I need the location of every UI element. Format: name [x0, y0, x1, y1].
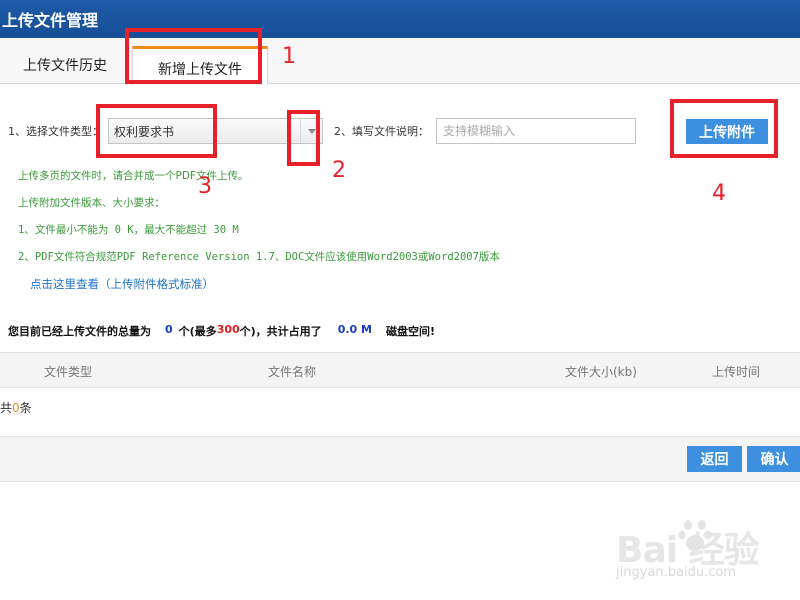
action-bar: 返回 确认	[0, 436, 800, 482]
summary-mid2: 个)，共计占用了	[239, 325, 322, 338]
summary-mid1: 个(最多	[178, 325, 217, 338]
window-title: 上传文件管理	[2, 11, 99, 30]
file-table-header: 文件类型 文件名称 文件大小(kb) 上传时间	[0, 352, 800, 388]
record-count-prefix: 共	[0, 401, 13, 415]
record-count: 共0条	[0, 399, 32, 416]
paw-icon	[678, 520, 712, 551]
tab-upload-history[interactable]: 上传文件历史	[0, 46, 130, 84]
format-standard-link[interactable]: 点击这里查看（上传附件格式标准）	[30, 276, 214, 292]
annotation-number-3: 3	[198, 174, 212, 199]
back-button[interactable]: 返回	[687, 446, 742, 472]
tab-bar: 上传文件历史 新增上传文件	[0, 38, 800, 85]
file-type-label: 1、选择文件类型：	[8, 125, 103, 138]
baidu-jingyan-watermark: Bai 经验 jingyan.baidu.com	[612, 515, 762, 585]
annotation-box-1	[125, 28, 262, 84]
annotation-box-2	[287, 110, 320, 166]
column-upload-time: 上传时间	[712, 365, 761, 379]
file-desc-input[interactable]	[436, 118, 636, 144]
column-file-size: 文件大小(kb)	[565, 365, 637, 379]
summary-size: 0.0 M	[337, 323, 372, 336]
upload-summary: 您目前已经上传文件的总量为 0 个(最多 300 个)，共计占用了 0.0 M …	[8, 323, 435, 339]
record-count-suffix: 条	[19, 401, 32, 415]
annotation-box-3	[96, 104, 217, 158]
column-file-name: 文件名称	[268, 365, 317, 379]
summary-suffix: 磁盘空间!	[385, 325, 435, 338]
note-format-spec: 2、PDF文件符合规范PDF Reference Version 1.7、DOC…	[18, 251, 500, 263]
summary-count: 0	[165, 323, 173, 336]
title-bar: 上传文件管理	[0, 0, 800, 38]
record-count-value: 0	[12, 401, 20, 415]
note-merge-pdf: 上传多页的文件时，请合并成一个PDF文件上传。	[18, 170, 249, 182]
note-size-limit: 1、文件最小不能为 0 K，最大不能超过 30 M	[18, 224, 239, 236]
note-requirements-heading: 上传附加文件版本、大小要求：	[18, 197, 165, 209]
summary-prefix: 您目前已经上传文件的总量为	[8, 325, 151, 338]
summary-max: 300	[216, 323, 240, 336]
file-desc-label: 2、填写文件说明：	[334, 125, 429, 138]
annotation-box-4	[670, 99, 778, 158]
watermark-site: jingyan.baidu.com	[616, 565, 736, 580]
annotation-number-1: 1	[282, 44, 296, 69]
annotation-number-4: 4	[712, 181, 726, 206]
annotation-number-2: 2	[332, 158, 346, 183]
column-file-type: 文件类型	[44, 365, 93, 379]
confirm-button[interactable]: 确认	[747, 446, 800, 472]
